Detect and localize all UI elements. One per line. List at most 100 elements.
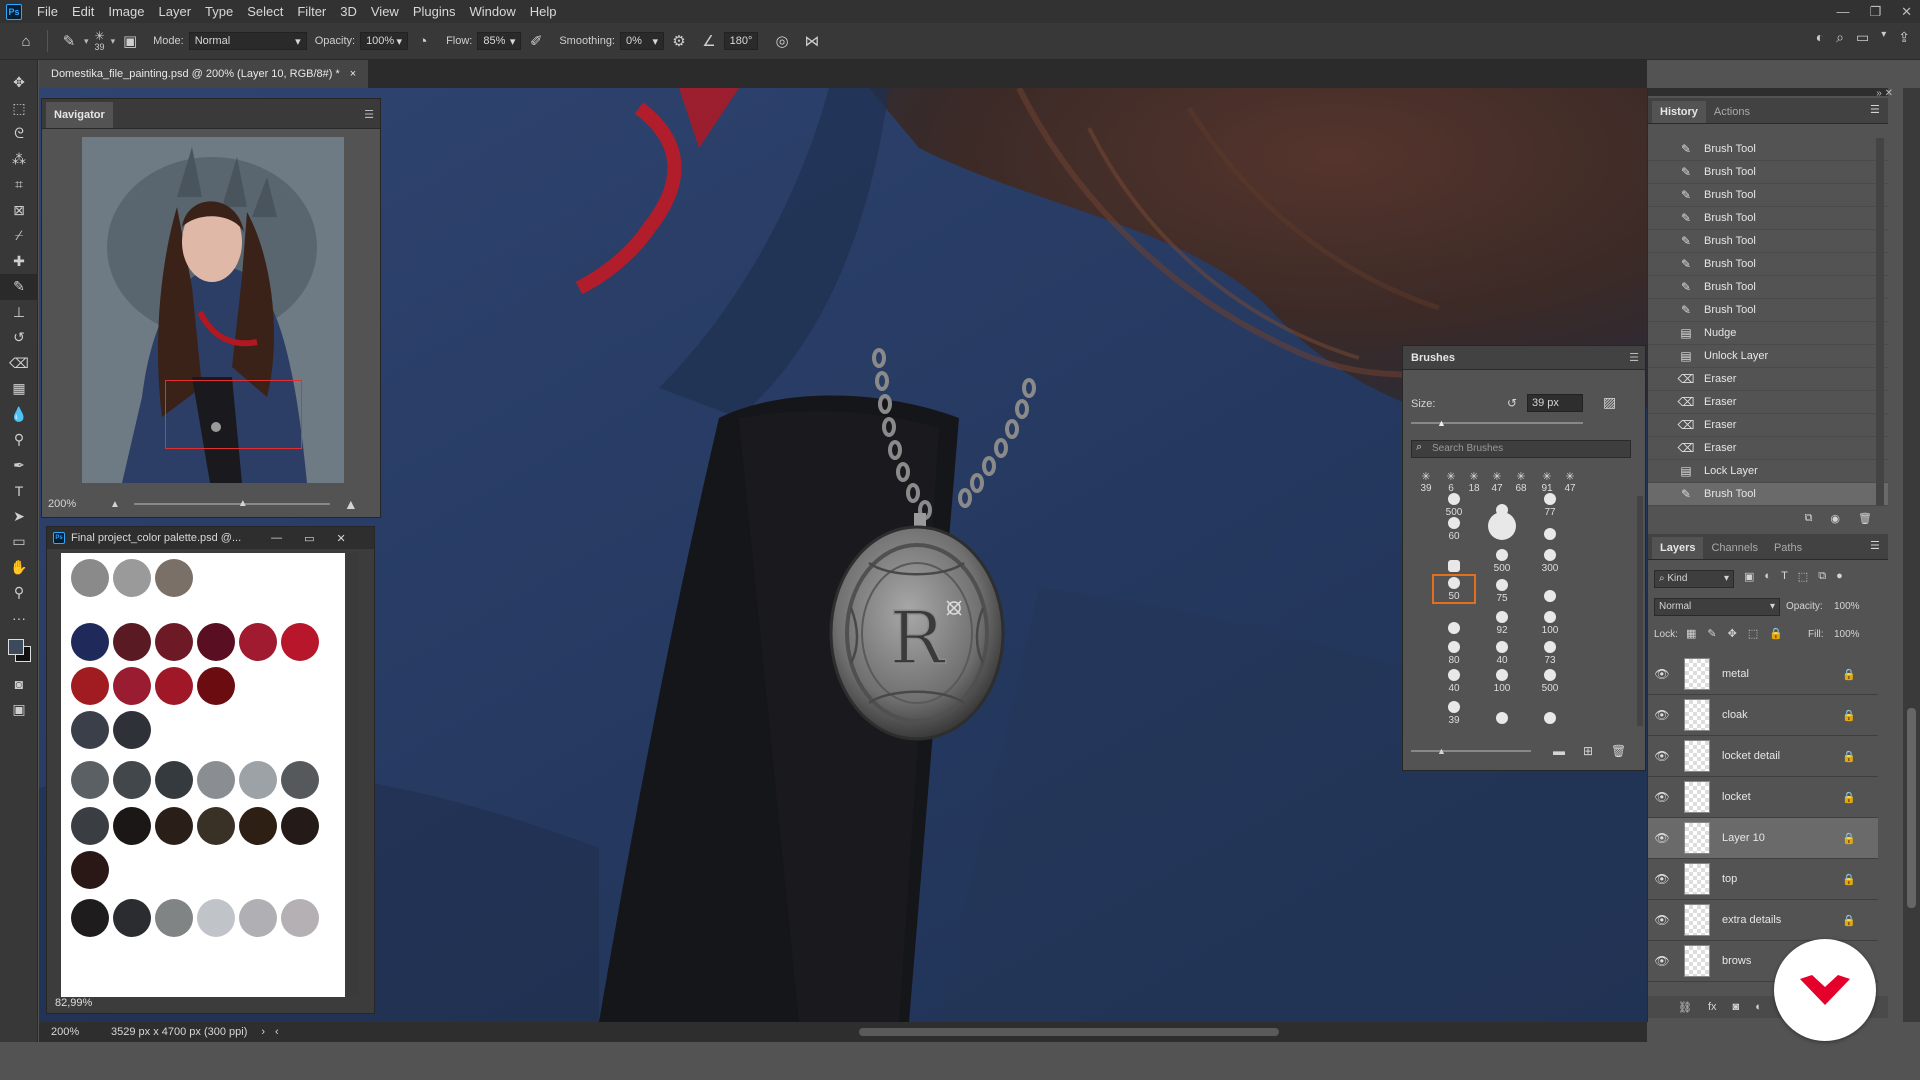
lock-artboard-icon[interactable]: ⬚ xyxy=(1748,627,1758,640)
palette-color-swatch[interactable] xyxy=(155,807,193,845)
fill-value[interactable]: 100% xyxy=(1834,629,1860,640)
palette-color-swatch[interactable] xyxy=(155,559,193,597)
folder-icon[interactable]: ▬ xyxy=(1553,744,1565,758)
pen-tool-icon[interactable]: ✒ xyxy=(0,453,38,479)
pixel-filter-icon[interactable]: ▣ xyxy=(1744,570,1754,583)
history-state[interactable]: ▤ Unlock Layer xyxy=(1648,345,1888,368)
new-brush-icon[interactable]: ▨ xyxy=(1603,394,1616,411)
home-icon[interactable]: ⌂ xyxy=(14,29,38,53)
palette-color-swatch[interactable] xyxy=(155,761,193,799)
navigator-view-box[interactable] xyxy=(165,380,302,449)
type-filter-icon[interactable]: T xyxy=(1781,570,1788,583)
history-state[interactable]: ▤ Lock Layer xyxy=(1648,460,1888,483)
brush-preset[interactable] xyxy=(1487,696,1517,726)
link-layers-icon[interactable]: ⛓ xyxy=(1678,1001,1692,1014)
palette-color-swatch[interactable] xyxy=(239,761,277,799)
brush-preset[interactable]: 92 xyxy=(1487,606,1517,636)
history-state[interactable]: ⌫ Eraser xyxy=(1648,368,1888,391)
actions-tab[interactable]: Actions xyxy=(1706,101,1758,123)
lock-all-icon[interactable]: 🔒 xyxy=(1769,627,1783,640)
chevron-down-icon[interactable]: ▾ xyxy=(84,36,89,47)
history-state[interactable]: ✎ Brush Tool xyxy=(1648,299,1888,322)
history-state[interactable]: ✎ Brush Tool xyxy=(1648,483,1888,506)
palette-color-swatch[interactable] xyxy=(197,623,235,661)
eye-icon[interactable]: 👁 xyxy=(1648,790,1676,804)
search-brushes-input[interactable]: Search Brushes xyxy=(1411,440,1631,458)
brush-preset[interactable]: 40 xyxy=(1439,664,1469,694)
chevron-left-icon[interactable]: ‹ xyxy=(275,1026,279,1038)
brushes-scrollbar[interactable] xyxy=(1637,496,1643,726)
right-dock-scrollbar[interactable] xyxy=(1903,88,1920,1022)
menu-select[interactable]: Select xyxy=(240,0,290,23)
slider-thumb[interactable]: ▲ xyxy=(1437,418,1446,428)
history-state[interactable]: ✎ Brush Tool xyxy=(1648,184,1888,207)
history-scrollbar[interactable] xyxy=(1876,138,1884,506)
eraser-tool-icon[interactable]: ⌫ xyxy=(0,351,38,377)
pressure-opacity-icon[interactable]: ◔ xyxy=(411,29,435,53)
panel-menu-icon[interactable]: ☰ xyxy=(1629,351,1639,364)
brush-settings-toggle-icon[interactable]: ▣ xyxy=(118,29,142,53)
export-icon[interactable]: ⇪ xyxy=(1898,29,1910,46)
menu-layer[interactable]: Layer xyxy=(152,0,199,23)
palette-color-swatch[interactable] xyxy=(113,761,151,799)
palette-color-swatch[interactable] xyxy=(281,761,319,799)
add-mask-icon[interactable]: ◙ xyxy=(1733,1001,1740,1013)
lock-transparent-icon[interactable]: ▦ xyxy=(1686,627,1696,640)
chevron-down-icon[interactable]: ▾ xyxy=(1881,29,1886,46)
brush-tool-icon[interactable]: ✎ xyxy=(0,274,38,300)
menu-window[interactable]: Window xyxy=(462,0,522,23)
slider-thumb[interactable]: ▲ xyxy=(238,498,248,509)
path-selection-tool-icon[interactable]: ➤ xyxy=(0,504,38,530)
zoom-out-icon[interactable]: ▲ xyxy=(110,499,120,510)
history-state[interactable]: ✎ Brush Tool xyxy=(1648,230,1888,253)
brush-preset[interactable]: 100 xyxy=(1487,664,1517,694)
eye-icon[interactable]: 👁 xyxy=(1648,872,1676,886)
rectangle-tool-icon[interactable]: ▭ xyxy=(0,529,38,555)
layer-thumbnail[interactable] xyxy=(1684,658,1710,690)
brush-preset[interactable]: 75 xyxy=(1487,574,1517,604)
close-icon[interactable]: ✕ xyxy=(337,532,346,545)
search-icon[interactable]: ⌕ xyxy=(1836,29,1844,46)
lock-pixels-icon[interactable]: ✎ xyxy=(1707,627,1716,640)
history-state[interactable]: ⌫ Eraser xyxy=(1648,414,1888,437)
filter-toggle-icon[interactable]: ● xyxy=(1836,570,1843,583)
palette-color-swatch[interactable] xyxy=(239,623,277,661)
crop-tool-icon[interactable]: ⌗ xyxy=(0,172,38,198)
camera-icon[interactable]: ◉ xyxy=(1830,512,1840,525)
palette-color-swatch[interactable] xyxy=(281,623,319,661)
palette-color-swatch[interactable] xyxy=(71,899,109,937)
close-icon[interactable]: × xyxy=(350,68,356,80)
eye-icon[interactable]: 👁 xyxy=(1648,831,1676,845)
palette-canvas[interactable] xyxy=(61,553,345,997)
palette-color-swatch[interactable] xyxy=(71,761,109,799)
eye-icon[interactable]: 👁 xyxy=(1648,667,1676,681)
history-tab[interactable]: History xyxy=(1652,101,1706,123)
layer-name[interactable]: extra details xyxy=(1722,914,1781,926)
brush-preset[interactable] xyxy=(1535,574,1565,604)
eye-icon[interactable]: 👁 xyxy=(1648,913,1676,927)
document-tab[interactable]: Domestika_file_painting.psd @ 200% (Laye… xyxy=(39,60,369,88)
move-tool-icon[interactable]: ✥ xyxy=(0,70,38,96)
brush-icon[interactable]: ✎ xyxy=(57,29,81,53)
chevron-down-icon[interactable]: ▾ xyxy=(111,36,116,47)
more-tools-icon[interactable]: ··· xyxy=(0,606,38,632)
palette-color-swatch[interactable] xyxy=(71,623,109,661)
layer-name[interactable]: brows xyxy=(1722,955,1751,967)
menu-filter[interactable]: Filter xyxy=(290,0,333,23)
add-icon[interactable]: ⊞ xyxy=(1583,744,1593,758)
menu-edit[interactable]: Edit xyxy=(65,0,101,23)
brush-preset[interactable]: 100 xyxy=(1535,606,1565,636)
palette-color-swatch[interactable] xyxy=(197,667,235,705)
brush-preset-picker[interactable]: ✳ 39 xyxy=(95,30,105,52)
symmetry-icon[interactable]: ⋈ xyxy=(800,29,824,53)
layer-name[interactable]: top xyxy=(1722,873,1737,885)
close-icon[interactable]: ✕ xyxy=(1901,4,1912,20)
marquee-tool-icon[interactable]: ⬚ xyxy=(0,96,38,122)
layer-name[interactable]: Layer 10 xyxy=(1722,832,1765,844)
brush-preset[interactable]: 300 xyxy=(1535,544,1565,574)
eye-icon[interactable]: 👁 xyxy=(1648,749,1676,763)
brush-preset[interactable]: 500 xyxy=(1487,544,1517,574)
palette-color-swatch[interactable] xyxy=(113,623,151,661)
palette-color-swatch[interactable] xyxy=(155,667,193,705)
palette-color-swatch[interactable] xyxy=(71,807,109,845)
